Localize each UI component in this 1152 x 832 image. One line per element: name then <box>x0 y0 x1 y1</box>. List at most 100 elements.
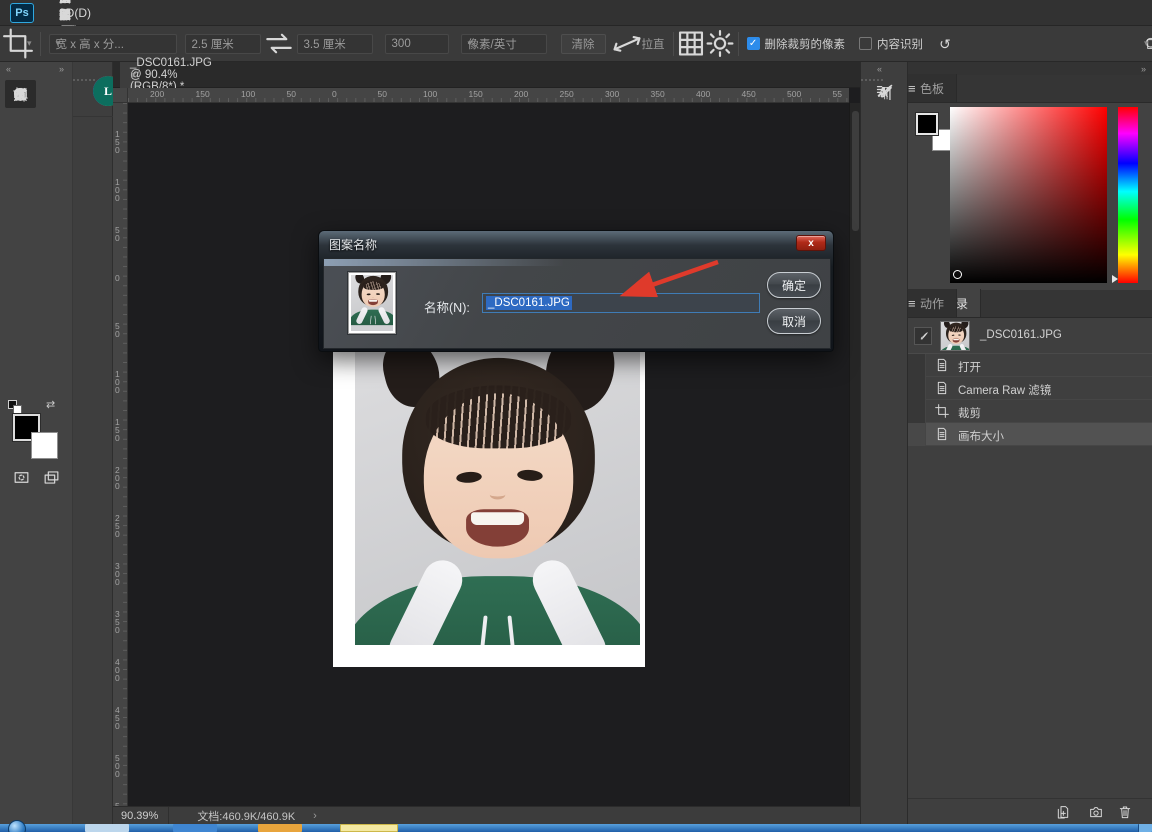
start-button[interactable] <box>8 820 26 832</box>
document-area: _DSC0161.JPG @ 90.4%(RGB/8*) * × 200 150 1… <box>113 62 860 824</box>
status-bar: 90.39% 文档:460.9K/460.9K › <box>113 806 860 824</box>
ruler-label: 500 <box>115 754 124 778</box>
history-state-row[interactable]: Camera Raw 滤镜 <box>908 377 1152 400</box>
chevron-down-icon[interactable]: ▾ <box>1144 38 1149 49</box>
history-snapshot-row[interactable]: _DSC0161.JPG <box>908 318 1152 354</box>
color-field-selector[interactable] <box>953 270 962 279</box>
state-icon <box>934 426 950 442</box>
panel-color-swatches <box>914 111 954 151</box>
state-icon <box>934 357 950 373</box>
dialog-body: 名称(N): _DSC0161.JPG 确定 取消 <box>323 258 831 349</box>
history-state-row[interactable]: 画布大小 <box>908 423 1152 446</box>
history-state-checkbox[interactable] <box>908 354 926 377</box>
name-label: 名称(N): <box>424 297 470 316</box>
default-colors-icon[interactable] <box>8 400 23 415</box>
color-panel-tabs: 颜色色板≡ <box>908 75 1152 103</box>
history-panel-tabs: 图层历史记录通道路径动作≡ <box>908 290 1152 318</box>
close-button[interactable]: × <box>1144 3 1152 23</box>
photo-image[interactable] <box>355 352 640 645</box>
ruler-label: 100 <box>423 89 437 99</box>
history-state-label: 裁剪 <box>958 405 981 421</box>
tab-close-icon[interactable]: × <box>130 68 137 82</box>
toolbar-bottom-icons <box>0 468 73 494</box>
ruler-label: 450 <box>115 706 124 730</box>
ruler-label: 100 <box>241 89 255 99</box>
pasteboard[interactable] <box>128 103 849 806</box>
foreground-color-swatch[interactable] <box>916 113 938 135</box>
delete-state-icon[interactable] <box>1117 804 1133 820</box>
background-color-swatch[interactable] <box>31 432 58 459</box>
cancel-button[interactable]: 取消 <box>767 308 821 334</box>
color-panel <box>908 103 1152 290</box>
saturation-brightness-field[interactable] <box>950 107 1107 283</box>
collapse-left-icon[interactable]: « <box>877 64 882 74</box>
l-badge[interactable]: L <box>73 76 113 117</box>
taskbar-app-2[interactable] <box>173 824 217 832</box>
history-state-checkbox[interactable] <box>908 400 926 423</box>
ruler-label: 350 <box>115 610 124 634</box>
ruler-label: 500 <box>787 89 801 99</box>
new-document-from-state-icon[interactable] <box>1055 804 1071 820</box>
panel-grip <box>73 79 95 82</box>
vertical-scrollbar[interactable] <box>849 103 860 806</box>
panel-menu-icon[interactable]: ≡ <box>908 289 916 317</box>
collapsed-panels-column: « A|¶ <box>860 62 908 824</box>
girl-photo-illustration <box>355 352 640 645</box>
ruler-label: 400 <box>696 89 710 99</box>
history-brush-source-box[interactable] <box>914 327 932 345</box>
pattern-name-dialog: 图案名称 x 名称(N): _DSC0161.JPG 确定 取消 <box>318 230 834 352</box>
history-state-row[interactable]: 裁剪 <box>908 400 1152 423</box>
paragraph-panel-button[interactable]: ¶ <box>861 76 909 108</box>
snapshot-thumbnail <box>940 321 970 351</box>
menu-item-10[interactable]: 帮助(H) <box>46 0 89 26</box>
taskbar-app-1[interactable] <box>85 824 129 832</box>
ellipsis-tool[interactable]: ••• <box>5 80 36 108</box>
taskbar-app-active[interactable] <box>340 824 398 832</box>
scrollbar-thumb[interactable] <box>852 111 859 231</box>
ruler-label: 50 <box>287 89 296 99</box>
ruler-label: 200 <box>514 89 528 99</box>
ellipsis-tool: ••• <box>12 86 29 103</box>
status-more-icon[interactable]: › <box>313 810 317 822</box>
hue-slider[interactable] <box>1118 107 1138 283</box>
crop-settings-gear-icon[interactable] <box>711 34 730 53</box>
ruler-label: 0 <box>332 89 337 99</box>
ruler-label: 50 <box>115 226 124 242</box>
ruler-label: 200 <box>115 466 124 490</box>
ruler-label: 55 <box>833 89 842 99</box>
history-state-row[interactable]: 打开 <box>908 354 1152 377</box>
ruler-label: 300 <box>605 89 619 99</box>
hue-slider-pointer[interactable] <box>1112 275 1118 283</box>
ruler-label: 100 <box>115 370 124 394</box>
taskbar-app-3[interactable] <box>258 824 302 832</box>
expand-right-icon[interactable]: » <box>1141 64 1146 74</box>
screen-mode-icon[interactable] <box>42 468 61 487</box>
history-panel: _DSC0161.JPG 打开Camera Raw 滤镜裁剪画布大小 <box>908 318 1152 798</box>
red-arrow-annotation <box>598 246 748 310</box>
paragraph-icon: ¶ <box>875 82 895 102</box>
new-snapshot-icon[interactable] <box>1088 804 1104 820</box>
tool-bar: «» T••• ⇄ <box>0 62 73 824</box>
ok-button[interactable]: 确定 <box>767 272 821 298</box>
ruler-label: 150 <box>469 89 483 99</box>
panel-menu-icon[interactable]: ≡ <box>908 74 916 102</box>
ruler-label: 200 <box>150 89 164 99</box>
dialog-close-button[interactable]: x <box>796 235 826 251</box>
ruler-label: 150 <box>115 418 124 442</box>
history-state-checkbox[interactable] <box>908 423 926 446</box>
expand-right-icon[interactable]: » <box>59 64 64 74</box>
document-sizes: 文档:460.9K/460.9K <box>197 808 295 824</box>
collapse-left-icon[interactable]: « <box>6 64 11 74</box>
document-tab-bar: _DSC0161.JPG @ 90.4%(RGB/8*) * × <box>113 62 860 88</box>
ruler-corner <box>113 88 128 103</box>
history-state-checkbox[interactable] <box>908 377 926 400</box>
menu-bar: Ps 文件(F)编辑(E)图像(I)图层(L)文字(Y)选择(S)滤镜(T)3D… <box>0 0 1152 26</box>
show-desktop-button[interactable] <box>1138 824 1152 832</box>
swap-colors-icon[interactable]: ⇄ <box>46 398 55 411</box>
zoom-level[interactable]: 90.39% <box>113 810 168 822</box>
document-tab[interactable]: _DSC0161.JPG @ 90.4%(RGB/8*) * × <box>120 62 141 88</box>
ruler-label: 250 <box>560 89 574 99</box>
ruler-label: 50 <box>378 89 387 99</box>
quick-mask-icon[interactable] <box>12 468 31 487</box>
history-state-label: 画布大小 <box>958 428 1004 444</box>
